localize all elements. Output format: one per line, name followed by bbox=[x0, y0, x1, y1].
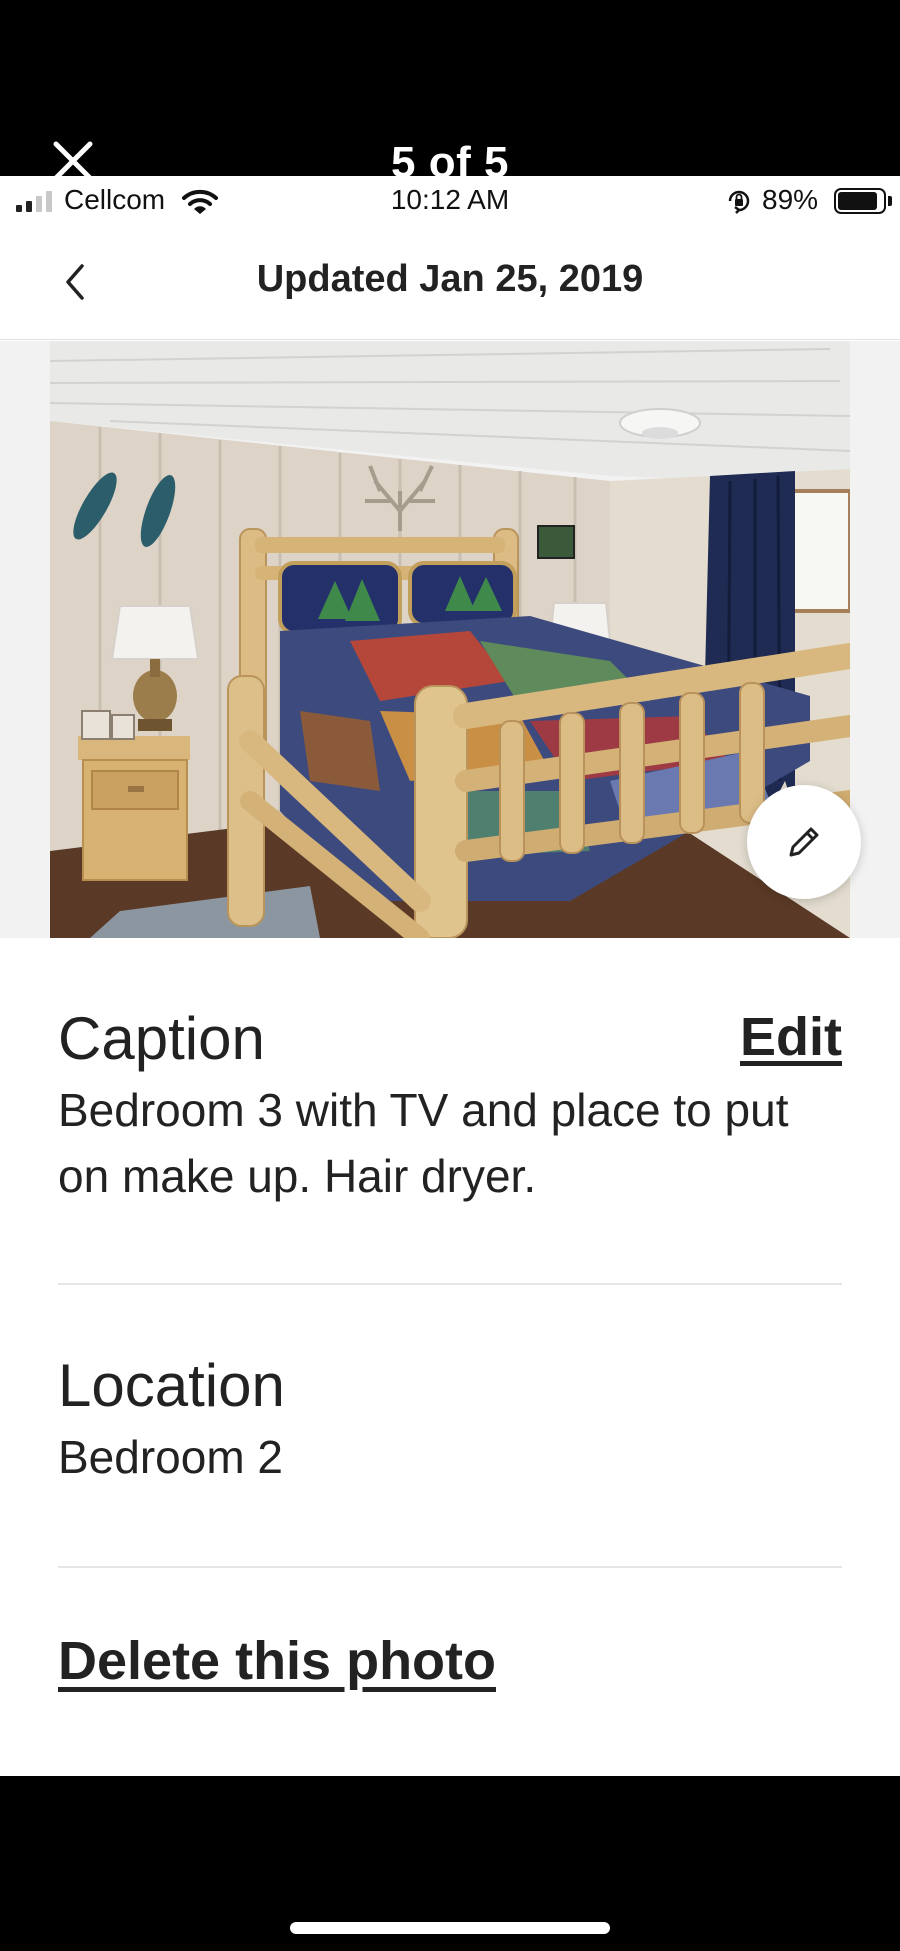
battery-tip bbox=[888, 196, 892, 206]
status-bar: Cellcom 10:12 AM 89% bbox=[0, 176, 900, 228]
divider bbox=[58, 1566, 842, 1568]
caption-heading: Caption bbox=[58, 1005, 265, 1072]
caption-section: Caption Edit Bedroom 3 with TV and place… bbox=[58, 1004, 842, 1209]
home-indicator[interactable] bbox=[290, 1922, 610, 1934]
caption-text: Bedroom 3 with TV and place to put on ma… bbox=[58, 1084, 789, 1202]
photo-viewer-header: 5 of 5 bbox=[0, 0, 900, 176]
delete-photo-link[interactable]: Delete this photo bbox=[58, 1630, 496, 1692]
location-heading: Location bbox=[58, 1352, 285, 1419]
location-section[interactable]: Location Bedroom 2 bbox=[58, 1351, 842, 1490]
navigation-bar: Updated Jan 25, 2019 bbox=[0, 228, 900, 340]
page-title: Updated Jan 25, 2019 bbox=[256, 258, 644, 300]
edit-photo-button[interactable] bbox=[747, 785, 861, 899]
location-value: Bedroom 2 bbox=[58, 1431, 284, 1483]
bedroom-photo[interactable] bbox=[50, 341, 850, 938]
photo-details-screen: Cellcom 10:12 AM 89% Updated Jan 25, 201… bbox=[0, 176, 900, 1776]
orientation-lock-icon bbox=[728, 190, 750, 214]
battery-icon bbox=[834, 188, 886, 214]
pencil-icon bbox=[789, 827, 819, 857]
edit-caption-link[interactable]: Edit bbox=[740, 1006, 842, 1068]
photo-counter: 5 of 5 bbox=[391, 138, 509, 176]
battery-percentage: 89% bbox=[762, 184, 819, 215]
divider bbox=[58, 1283, 842, 1285]
